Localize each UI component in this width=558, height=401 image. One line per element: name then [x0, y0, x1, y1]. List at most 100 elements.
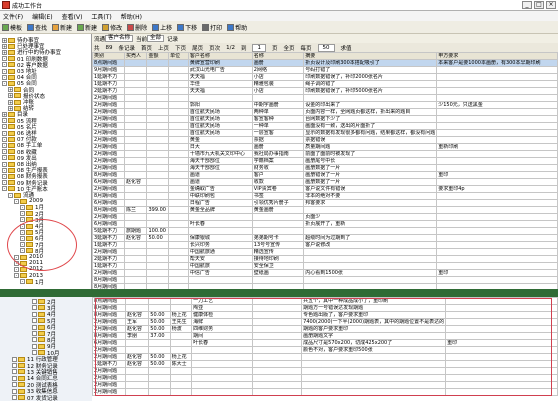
- column-header[interactable]: 类别: [92, 52, 126, 60]
- table-row[interactable]: 2月期间题 日大 画册 质量期间题 重新印刷: [92, 143, 558, 151]
- table-row[interactable]: 8月期间题 画道 客户 画册错误了一片 重印: [92, 171, 558, 179]
- column-header[interactable]: 买売人: [124, 52, 148, 60]
- collapse-icon[interactable]: -: [14, 198, 19, 204]
- toolbar-button[interactable]: 模板: [2, 23, 22, 32]
- filter-current-select[interactable]: 全部: [147, 35, 165, 42]
- expand-icon[interactable]: [32, 318, 37, 324]
- toolbar-button[interactable]: 打印: [202, 23, 222, 32]
- table-row[interactable]: 2月期间题 十墙市九大机关文印中心 我社局办事指南 前面了面前时被发现了: [92, 150, 558, 158]
- count-label: 共: [94, 45, 100, 52]
- expand-icon[interactable]: [12, 388, 17, 394]
- menu-item[interactable]: 帮助(H): [121, 12, 142, 21]
- table-row[interactable]: 8月期间题 中联印刷包 书签 非本的绝对不要: [92, 192, 558, 200]
- per-page-input[interactable]: 50: [317, 43, 335, 52]
- toolbar-button[interactable]: 修改: [102, 23, 122, 32]
- page-indicator: 1/2: [226, 44, 235, 51]
- column-header[interactable]: 金额: [146, 52, 170, 60]
- table-cell: [146, 143, 170, 151]
- prev-page-link[interactable]: 上页: [158, 44, 169, 52]
- minimize-button[interactable]: _: [522, 1, 532, 9]
- table-row[interactable]: 2月期间题 首位航天民场 客宣客种 台网数据下少了: [92, 115, 558, 123]
- menu-item[interactable]: 文件(F): [3, 12, 23, 21]
- expand-icon[interactable]: [32, 324, 37, 330]
- table-row[interactable]: 8点期间题 黄牌宣营印刷 画册 折页设计及印刷300本搭配吸引了 本来客户是要1000本…: [92, 59, 558, 67]
- column-header[interactable]: 摘要: [303, 52, 438, 60]
- table-row[interactable]: 1延期不力 长兴印务 13号号宣传 客户说修改: [92, 241, 558, 249]
- toolbar-button[interactable]: 查找: [27, 23, 47, 32]
- column-header[interactable]: 名称: [251, 52, 305, 60]
- toolbar-button[interactable]: 上移: [152, 23, 172, 32]
- table-row[interactable]: 2月期间题 中信广告 壁纸画 内心看到1500张 重印: [92, 269, 558, 277]
- table-row[interactable]: 8月期间题 陈兰 399.00 黄金全品牌 黄金画册: [92, 206, 558, 214]
- collapse-icon[interactable]: -: [2, 186, 7, 192]
- table-row[interactable]: 2月期间题 首位航天民场 两种单 页面内容一样，全网题页都这样，折出来的题目: [92, 108, 558, 116]
- table-row[interactable]: 6月期间题 赵化容 画道 收款 画册数据了一片: [92, 178, 558, 186]
- column-header[interactable]: 甲方要求: [436, 52, 558, 60]
- table-row[interactable]: 6月期间题 日程广告 引领优秀片册子 邦客要求: [92, 199, 558, 207]
- last-page-link[interactable]: 尾页: [192, 44, 203, 52]
- expand-icon[interactable]: [32, 305, 37, 311]
- filter-field[interactable]: 客户名称: [105, 35, 134, 42]
- eval-checkbox[interactable]: 求值: [341, 44, 352, 52]
- table-row[interactable]: 1延期不力 中国航旅 安全保卫: [92, 262, 558, 270]
- table-row[interactable]: 2月期间题 页面少: [92, 213, 558, 221]
- table-row[interactable]: 2月期间题: [92, 94, 558, 102]
- table-row[interactable]: 6月期间题 叶长春 折页展开了，重新: [92, 220, 558, 228]
- expand-icon[interactable]: [12, 363, 17, 368]
- first-page-link[interactable]: 首页: [141, 44, 152, 52]
- tree-node[interactable]: 07 发货记录: [12, 394, 58, 401]
- table-row[interactable]: 2月期间题 中国航旅通 精选宣传: [92, 248, 558, 256]
- table-row[interactable]: 2月期间题 首位航天民场 一层宣客 显示的数据有发现很多都有问题，结果都这样，都没有问…: [92, 129, 558, 137]
- column-header[interactable]: 单位: [168, 52, 189, 60]
- table-row[interactable]: 9月期间题 武汉山光电厂告 2网络 号码打错了: [92, 66, 558, 74]
- expand-icon[interactable]: [32, 331, 37, 336]
- expand-icon[interactable]: [12, 356, 17, 362]
- expand-icon[interactable]: [32, 337, 37, 343]
- table-cell: 画册尾号中长: [303, 157, 438, 165]
- table-row[interactable]: 2延期不力 帮天安 接待地印刷: [92, 255, 558, 263]
- expand-icon[interactable]: [32, 299, 37, 304]
- expand-icon[interactable]: [32, 343, 37, 349]
- maximize-button[interactable]: □: [534, 1, 544, 9]
- table-cell: [168, 129, 189, 137]
- table-row[interactable]: 2月期间题 黄金 票据 票据错误: [92, 136, 558, 144]
- collapse-icon[interactable]: -: [14, 273, 19, 279]
- table-row[interactable]: 1延期不力 华佳 精雅包装 绳子调的错了: [92, 80, 558, 88]
- fullpage-checkbox[interactable]: 全页: [284, 44, 295, 52]
- collapse-icon[interactable]: -: [2, 80, 7, 86]
- table-cell: 显示的数据有发现很多都有问题，结果都这样，都没有问题: [303, 129, 438, 137]
- close-button[interactable]: ×: [546, 1, 556, 9]
- collapse-icon[interactable]: -: [20, 279, 25, 285]
- table-row[interactable]: 2延期不力 天天福 小店 印刷数据错误了，补印5000张名片: [92, 87, 558, 95]
- expand-icon[interactable]: [12, 369, 17, 375]
- goto-page-input[interactable]: 1: [252, 43, 266, 52]
- table-row[interactable]: 2月期间题 郭阳 中期宇画册 设金的印出来了 少150元，只送黑金: [92, 101, 558, 109]
- table-row[interactable]: 2月期间题 金确取广告 VIP贵宾卷 客户说文件有错误 要求重印4p: [92, 185, 558, 193]
- expand-icon[interactable]: [32, 311, 37, 317]
- table-row[interactable]: 1延期不力 天天福 小店 印刷数据错误了，补印2000张名片: [92, 73, 558, 81]
- toolbar-button[interactable]: 下移: [177, 23, 197, 32]
- table-cell: 1延期不力: [92, 73, 126, 81]
- expand-icon[interactable]: [12, 382, 17, 388]
- toolbar-button[interactable]: 帮助: [227, 23, 247, 32]
- table-row[interactable]: 3延期不力 赵化容 50.00 保康银城 弟弟期号卡 超级时间为过期到了: [92, 234, 558, 242]
- table-row[interactable]: 5延期不力 旅期题 100.00: [92, 227, 558, 235]
- table-row[interactable]: 2月期间题 海天干部部位 学籍档案 画册尾号中长: [92, 157, 558, 165]
- column-header[interactable]: 客户名称: [187, 52, 253, 60]
- menu-item[interactable]: 编辑(E): [32, 12, 52, 21]
- table-cell: [146, 199, 170, 207]
- toolbar-button[interactable]: 新建: [77, 23, 97, 32]
- toolbar-button[interactable]: 新建: [52, 23, 72, 32]
- expand-icon[interactable]: [12, 395, 17, 400]
- tree-node[interactable]: - 1月: [20, 278, 44, 286]
- menu-item[interactable]: 工具(T): [91, 12, 111, 21]
- table-row[interactable]: 2月期间题 海天干部部位 财务收 画册数据了一片: [92, 164, 558, 172]
- expand-icon[interactable]: [12, 375, 17, 381]
- menu-item[interactable]: 查看(V): [62, 12, 83, 21]
- toolbar-button[interactable]: 删除: [127, 23, 147, 32]
- next-page-link[interactable]: 下页: [175, 44, 186, 52]
- table-row[interactable]: 8月期间题: [92, 276, 558, 284]
- table-row[interactable]: 2月期间题 首位航天民场 一种单 画面没有一致，送出的片面折了: [92, 122, 558, 130]
- table-cell: [168, 73, 189, 81]
- collapse-icon[interactable]: -: [8, 192, 13, 198]
